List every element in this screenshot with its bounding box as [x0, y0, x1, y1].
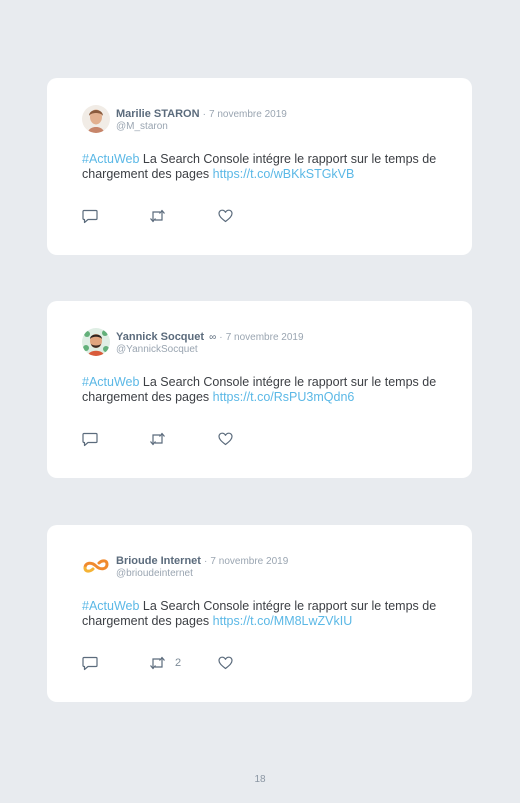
tweet-link[interactable]: https://t.co/RsPU3mQdn6 [213, 390, 355, 404]
tweet-link[interactable]: https://t.co/wBKkSTGkVB [213, 167, 355, 181]
reply-icon[interactable] [82, 656, 98, 671]
author-handle[interactable]: @YannickSocquet [116, 344, 198, 355]
retweet-count: 2 [175, 657, 182, 669]
author-handle[interactable]: @brioudeinternet [116, 568, 193, 579]
tweet-card: Marilie STARON · 7 novembre 2019 @M_star… [47, 78, 472, 255]
author-line: Brioude Internet · 7 novembre 2019 [116, 555, 288, 567]
hashtag[interactable]: #ActuWeb [82, 375, 139, 389]
retweet-icon[interactable] [149, 432, 166, 446]
tweet-date[interactable]: 7 novembre 2019 [209, 109, 287, 120]
tweet-card: Brioude Internet · 7 novembre 2019 @brio… [47, 525, 472, 702]
author-handle[interactable]: @M_staron [116, 121, 168, 132]
tweet-text: #ActuWeb La Search Console intégre le ra… [82, 599, 442, 629]
separator: · [202, 109, 206, 120]
retweet-icon[interactable] [149, 209, 166, 223]
author-name[interactable]: Yannick Socquet [116, 331, 204, 343]
hashtag[interactable]: #ActuWeb [82, 599, 139, 613]
separator: · [219, 332, 223, 343]
heart-icon[interactable] [218, 432, 233, 446]
heart-icon[interactable] [218, 656, 233, 670]
avatar[interactable] [82, 552, 110, 580]
author-name[interactable]: Marilie STARON [116, 108, 200, 120]
tweet-card: Yannick Socquet ∞ · 7 novembre 2019 @Yan… [47, 301, 472, 478]
tweet-date[interactable]: 7 novembre 2019 [226, 332, 304, 343]
author-line: Yannick Socquet ∞ · 7 novembre 2019 [116, 331, 304, 343]
tweet-link[interactable]: https://t.co/MM8LwZVkIU [213, 614, 353, 628]
separator: · [204, 556, 208, 567]
author-line: Marilie STARON · 7 novembre 2019 [116, 108, 287, 120]
reply-icon[interactable] [82, 432, 98, 447]
hashtag[interactable]: #ActuWeb [82, 152, 139, 166]
retweet-icon[interactable] [149, 656, 166, 670]
tweet-date[interactable]: 7 novembre 2019 [210, 556, 288, 567]
heart-icon[interactable] [218, 209, 233, 223]
author-name[interactable]: Brioude Internet [116, 555, 201, 567]
tweet-text: #ActuWeb La Search Console intégre le ra… [82, 152, 442, 182]
avatar[interactable] [82, 105, 110, 133]
avatar[interactable] [82, 328, 110, 356]
reply-icon[interactable] [82, 209, 98, 224]
page-number: 18 [254, 774, 266, 785]
tweet-text: #ActuWeb La Search Console intégre le ra… [82, 375, 442, 405]
infinity-badge: ∞ [209, 332, 217, 343]
